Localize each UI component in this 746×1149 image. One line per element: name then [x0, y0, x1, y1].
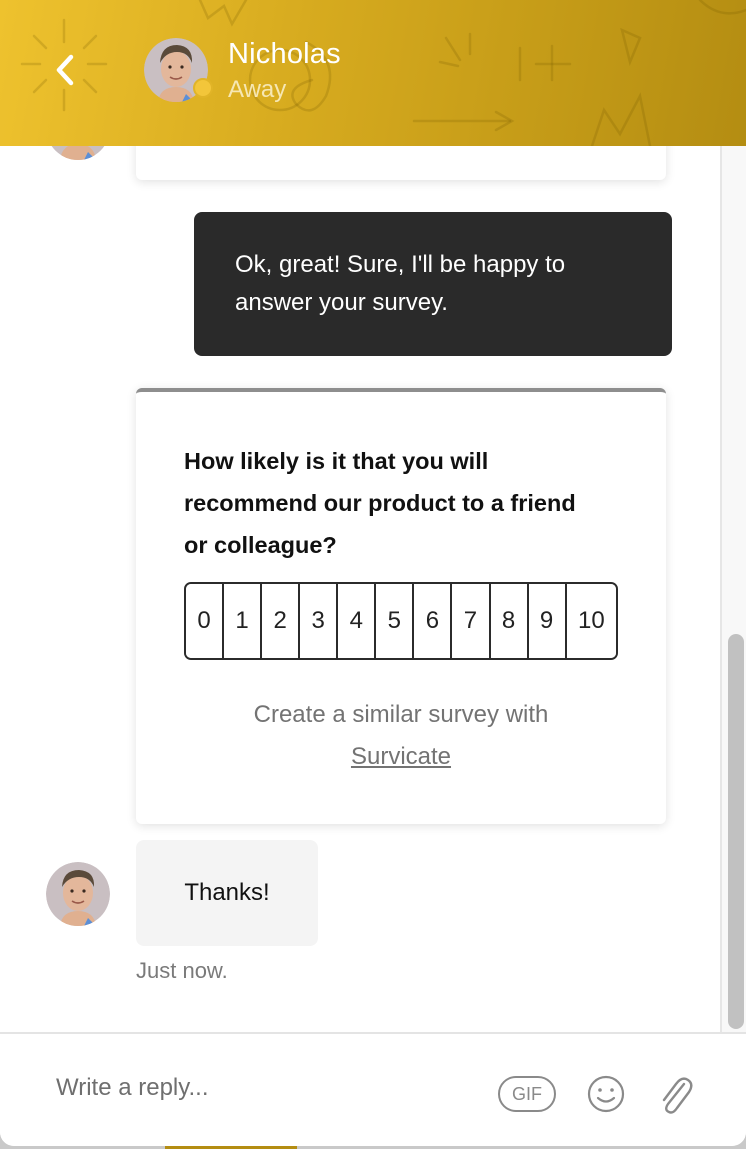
header-doodle-pattern [20, 0, 746, 146]
nps-option-5[interactable]: 5 [376, 584, 415, 658]
agent-avatar [46, 862, 110, 926]
survey-footer-text: Create a similar survey with [253, 701, 549, 728]
user-message-bubble: Ok, great! Sure, I'll be happy to answer… [194, 212, 672, 356]
contact-status: Away [228, 76, 287, 103]
scrollbar-thumb[interactable] [728, 634, 744, 1029]
paperclip-icon [662, 1077, 693, 1114]
user-message-text: Ok, great! Sure, I'll be happy to answer… [235, 251, 566, 316]
chevron-left-icon [56, 54, 74, 86]
reply-composer: GIF [0, 1032, 746, 1146]
nps-option-0[interactable]: 0 [186, 584, 225, 658]
nps-option-4[interactable]: 4 [338, 584, 377, 658]
nps-option-8[interactable]: 8 [490, 584, 529, 658]
survey-footer: Create a similar survey with Survicate [136, 694, 666, 778]
nps-scale: 0 1 2 3 4 5 6 7 8 9 10 [184, 582, 618, 660]
avatar-photo-icon [46, 862, 110, 926]
nps-option-9[interactable]: 9 [528, 584, 567, 658]
survicate-link[interactable]: Survicate [351, 743, 451, 770]
survey-card: How likely is it that you will recommend… [136, 388, 666, 824]
smiley-icon [587, 1075, 625, 1113]
away-status-indicator [193, 78, 213, 98]
contact-avatar [144, 38, 213, 102]
gif-button[interactable]: GIF [498, 1076, 556, 1112]
message-timestamp: Just now. [136, 958, 228, 983]
reply-input[interactable] [56, 1068, 476, 1108]
back-button[interactable] [40, 45, 90, 95]
conversation-panel: Ok, great! Sure, I'll be happy to answer… [0, 0, 722, 1032]
gif-label: GIF [512, 1083, 542, 1104]
survey-question: How likely is it that you will recommend… [184, 448, 576, 558]
contact-name: Nicholas [228, 38, 341, 70]
nps-option-10[interactable]: 10 [566, 584, 616, 658]
nps-option-7[interactable]: 7 [452, 584, 491, 658]
nps-option-6[interactable]: 6 [414, 584, 453, 658]
nps-option-3[interactable]: 3 [300, 584, 339, 658]
chat-header: Nicholas Away [0, 0, 746, 146]
agent-message-text: Thanks! [184, 879, 270, 906]
emoji-button[interactable] [586, 1074, 626, 1114]
chat-widget: Ok, great! Sure, I'll be happy to answer… [0, 0, 746, 1146]
nps-option-1[interactable]: 1 [224, 584, 263, 658]
attach-button[interactable] [654, 1070, 694, 1116]
agent-message-bubble: Thanks! [136, 840, 318, 946]
nps-option-2[interactable]: 2 [262, 584, 301, 658]
